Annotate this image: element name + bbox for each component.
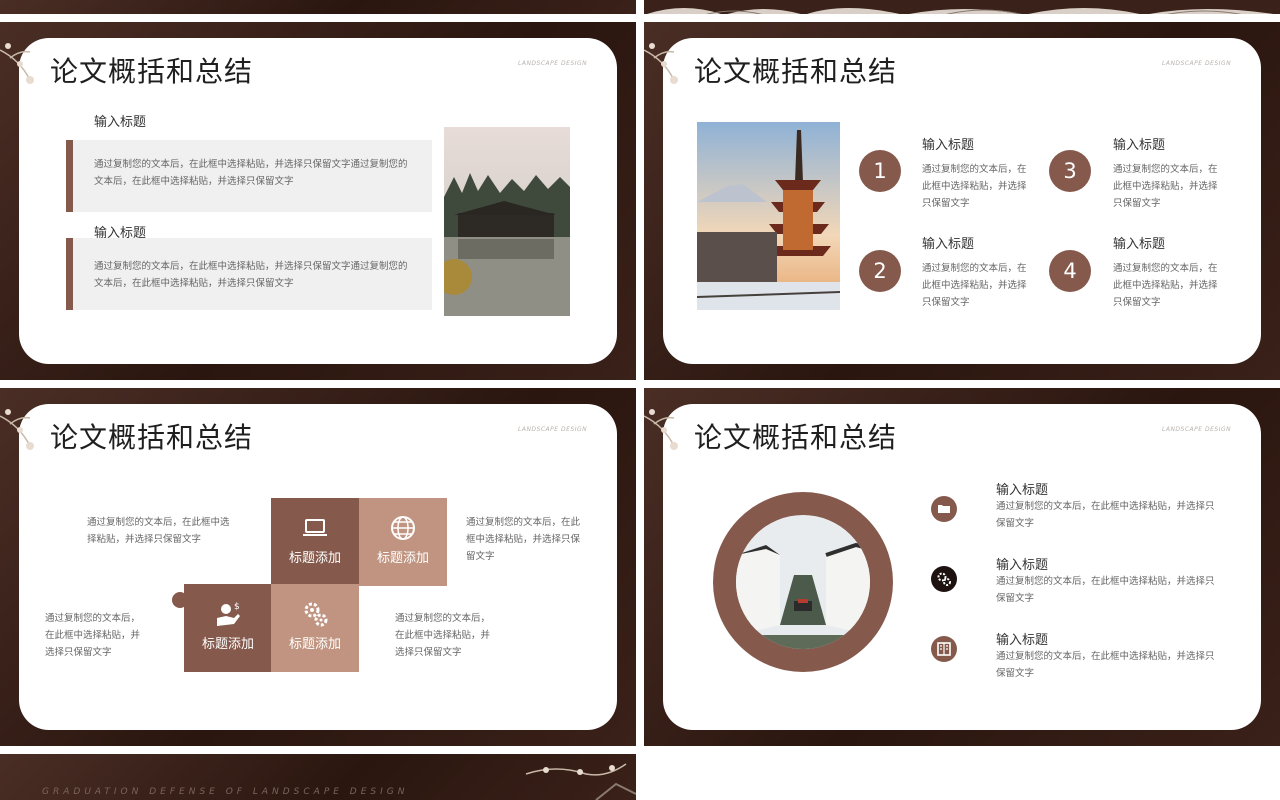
page-title: 论文概括和总结 [50, 421, 254, 454]
gears-icon [937, 572, 951, 586]
number-badge: 3 [1049, 150, 1091, 192]
plum-branch-icon [525, 763, 636, 800]
item-text: 通过复制您的文本后，在此框中选择粘贴，并选择只保留文字 [1113, 263, 1218, 308]
tile-label: 标题添加 [201, 637, 254, 652]
item-heading: 输入标题 [94, 115, 147, 130]
item-heading: 输入标题 [1113, 237, 1166, 252]
item-text: 通过复制您的文本后，在此框中选择粘贴，并选择只保留文字 [996, 501, 1215, 529]
landscape-tag: LANDSCAPE DESIGN [518, 60, 588, 67]
landscape-tag: LANDSCAPE DESIGN [1162, 60, 1232, 67]
book-icon-badge [931, 636, 957, 662]
item-heading: 输入标题 [996, 483, 1049, 498]
money-hand-icon: $ [217, 602, 240, 626]
globe-icon [391, 516, 415, 540]
slide-strip-top-left[interactable] [0, 0, 636, 14]
canal-town-photo [736, 515, 870, 649]
folder-icon [938, 505, 950, 513]
lake-pavilion-photo [444, 127, 570, 316]
block-text: 通过复制您的文本后，在此框中选择粘贴，并选择只保留文字 [87, 517, 230, 545]
slide-3[interactable]: 论文概括和总结 LANDSCAPE DESIGN 通过复制您的文本后，在此框中选… [0, 388, 636, 746]
item-heading: 输入标题 [922, 237, 975, 252]
block-text: 通过复制您的文本后，在此框中选择粘贴，并选择只保留文字 [395, 613, 491, 658]
item-text: 通过复制您的文本后，在此框中选择粘贴，并选择只保留文字 [1113, 164, 1218, 209]
tile-label: 标题添加 [376, 551, 429, 566]
block-text: 通过复制您的文本后，在此框中选择粘贴，并选择只保留文字 [466, 517, 581, 562]
page-title: 论文概括和总结 [694, 55, 898, 88]
tile-label: 标题添加 [288, 637, 341, 652]
tile-money[interactable]: $ 标题添加 [184, 584, 272, 672]
item-heading: 输入标题 [922, 138, 975, 153]
item-text: 通过复制您的文本后，在此框中选择粘贴，并选择只保留文字 [996, 651, 1215, 679]
gears-icon [304, 602, 328, 627]
landscape-tag: LANDSCAPE DESIGN [1162, 426, 1232, 433]
slide-2[interactable]: 论文概括和总结 LANDSCAPE DESIGN 1 输入标题 通过复制您的文本… [644, 22, 1280, 380]
item-text: 通过复制您的文本后，在此框中选择粘贴，并选择只保留文字 [922, 164, 1027, 209]
pagoda-fuji-photo [697, 122, 840, 310]
gears-icon-badge [931, 566, 957, 592]
number-badge: 4 [1049, 250, 1091, 292]
number-badge: 1 [859, 150, 901, 192]
block-text: 通过复制您的文本后，在此框中选择粘贴，并选择只保留文字 [45, 613, 141, 658]
item-heading: 输入标题 [996, 633, 1049, 648]
tile-gears[interactable]: 标题添加 [271, 584, 359, 672]
slide-4[interactable]: 论文概括和总结 LANDSCAPE DESIGN 输入标题 通过复制您的文本后，… [644, 388, 1280, 746]
svg-text:$: $ [234, 602, 240, 612]
slide-strip-top-right[interactable] [644, 0, 1280, 14]
page-title: 论文概括和总结 [50, 55, 254, 88]
book-icon [937, 642, 951, 656]
landscape-tag: LANDSCAPE DESIGN [518, 426, 588, 433]
tile-globe[interactable]: 标题添加 [359, 498, 447, 586]
slide-5[interactable]: GRADUATION DEFENSE OF LANDSCAPE DESIGN [0, 754, 636, 800]
slide-1[interactable]: 论文概括和总结 LANDSCAPE DESIGN 输入标题 通过复制您的文本后，… [0, 22, 636, 380]
footer-tagline: GRADUATION DEFENSE OF LANDSCAPE DESIGN [42, 787, 409, 797]
item-heading: 输入标题 [1113, 138, 1166, 153]
folder-icon-badge [931, 496, 957, 522]
item-text: 通过复制您的文本后，在此框中选择粘贴，并选择只保留文字通过复制您的文本后，在此框… [94, 159, 408, 187]
tile-laptop[interactable]: 标题添加 [271, 498, 359, 586]
page-title: 论文概括和总结 [694, 421, 898, 454]
item-text: 通过复制您的文本后，在此框中选择粘贴，并选择只保留文字 [922, 263, 1027, 308]
landscape-pattern [647, 8, 1274, 14]
item-text: 通过复制您的文本后，在此框中选择粘贴，并选择只保留文字 [996, 576, 1215, 604]
tile-label: 标题添加 [288, 551, 341, 566]
item-text: 通过复制您的文本后，在此框中选择粘贴，并选择只保留文字通过复制您的文本后，在此框… [94, 261, 408, 289]
item-heading: 输入标题 [996, 558, 1049, 573]
number-badge: 2 [859, 250, 901, 292]
laptop-icon [303, 519, 327, 536]
